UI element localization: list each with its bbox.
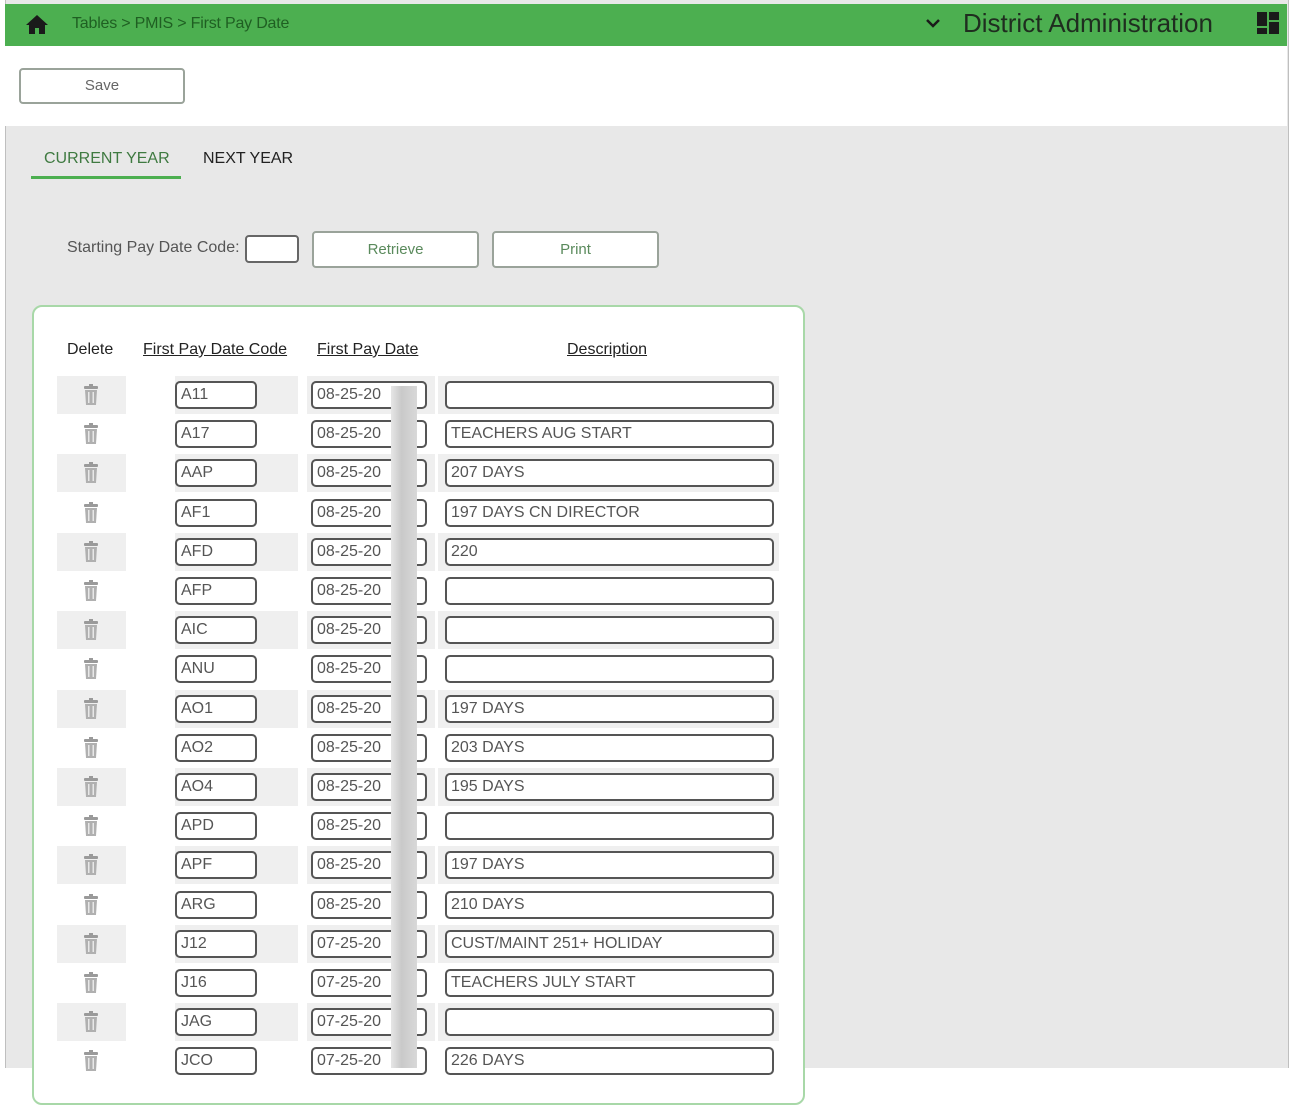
code-field[interactable]: APD bbox=[175, 812, 257, 841]
code-field[interactable]: ANU bbox=[175, 655, 257, 684]
code-field[interactable]: APF bbox=[175, 851, 257, 880]
trash-icon[interactable] bbox=[81, 1050, 101, 1072]
header-description[interactable]: Description bbox=[567, 341, 647, 359]
description-field[interactable] bbox=[445, 655, 774, 684]
trash-icon[interactable] bbox=[81, 384, 101, 406]
trash-icon[interactable] bbox=[81, 619, 101, 641]
table-row: AIC 08-25-20 bbox=[57, 611, 779, 650]
print-button[interactable]: Print bbox=[492, 231, 659, 268]
code-field[interactable]: JCO bbox=[175, 1047, 257, 1076]
trash-icon[interactable] bbox=[81, 501, 101, 524]
code-field[interactable]: J16 bbox=[175, 969, 257, 997]
district-title[interactable]: District Administration bbox=[963, 8, 1213, 39]
table-row: AO2 08-25-20 203 DAYS bbox=[57, 729, 779, 767]
date-column-overlay bbox=[391, 386, 417, 1068]
code-field[interactable]: AFP bbox=[175, 577, 257, 605]
code-field[interactable]: AIC bbox=[175, 616, 257, 645]
header-date[interactable]: First Pay Date bbox=[317, 341, 418, 359]
table-row: ARG 08-25-20 210 DAYS bbox=[57, 886, 779, 924]
table-row: ANU 08-25-20 bbox=[57, 650, 779, 688]
home-icon[interactable] bbox=[25, 13, 49, 35]
table-row: APF 08-25-20 197 DAYS bbox=[57, 846, 779, 885]
description-field[interactable]: TEACHERS AUG START bbox=[445, 420, 774, 449]
description-field[interactable]: 210 DAYS bbox=[445, 890, 774, 919]
active-tab-indicator bbox=[31, 176, 181, 179]
table-row: AO4 08-25-20 195 DAYS bbox=[57, 768, 779, 806]
description-field[interactable] bbox=[445, 812, 774, 841]
grid-icon[interactable] bbox=[1255, 10, 1281, 36]
trash-icon[interactable] bbox=[81, 658, 101, 680]
trash-icon[interactable] bbox=[81, 540, 101, 563]
description-field[interactable]: 197 DAYS bbox=[445, 694, 774, 723]
description-field[interactable]: TEACHERS JULY START bbox=[445, 969, 774, 997]
table-row: J16 07-25-20 TEACHERS JULY START bbox=[57, 964, 779, 1002]
code-field[interactable]: AO2 bbox=[175, 733, 257, 762]
trash-icon[interactable] bbox=[81, 854, 101, 876]
chevron-down-icon[interactable] bbox=[923, 13, 943, 33]
trash-icon[interactable] bbox=[81, 423, 101, 445]
tab-next-year[interactable]: NEXT YEAR bbox=[203, 150, 293, 168]
code-field[interactable]: AFD bbox=[175, 537, 257, 566]
trash-icon[interactable] bbox=[81, 736, 101, 759]
table-row: J12 07-25-20 CUST/MAINT 251+ HOLIDAY bbox=[57, 924, 779, 963]
save-button[interactable]: Save bbox=[19, 68, 185, 104]
code-field[interactable]: A11 bbox=[175, 381, 257, 409]
toolbar: Save bbox=[5, 46, 1287, 126]
code-field[interactable]: AO4 bbox=[175, 773, 257, 801]
header-delete: Delete bbox=[67, 341, 114, 358]
description-field[interactable] bbox=[445, 616, 774, 645]
table-row: JCO 07-25-20 226 DAYS bbox=[57, 1042, 779, 1080]
description-field[interactable]: 203 DAYS bbox=[445, 733, 774, 762]
table-row: A11 08-25-20 bbox=[57, 376, 779, 414]
table-row: AF1 08-25-20 197 DAYS CN DIRECTOR bbox=[57, 494, 779, 532]
trash-icon[interactable] bbox=[81, 815, 101, 837]
code-field[interactable]: J12 bbox=[175, 929, 257, 958]
description-field[interactable]: 195 DAYS bbox=[445, 773, 774, 801]
trash-icon[interactable] bbox=[81, 776, 101, 798]
breadcrumb[interactable]: Tables > PMIS > First Pay Date bbox=[72, 15, 289, 33]
starting-code-input[interactable] bbox=[245, 235, 299, 263]
description-field[interactable] bbox=[445, 1008, 774, 1037]
description-field[interactable]: 197 DAYS CN DIRECTOR bbox=[445, 498, 774, 527]
trash-icon[interactable] bbox=[81, 1011, 101, 1033]
description-field[interactable]: CUST/MAINT 251+ HOLIDAY bbox=[445, 929, 774, 958]
description-field[interactable]: 207 DAYS bbox=[445, 459, 774, 488]
description-field[interactable]: 226 DAYS bbox=[445, 1047, 774, 1076]
table-row: JAG 07-25-20 bbox=[57, 1003, 779, 1042]
tab-current-year[interactable]: CURRENT YEAR bbox=[44, 150, 170, 168]
top-bar: Tables > PMIS > First Pay Date District … bbox=[5, 4, 1287, 46]
code-field[interactable]: AF1 bbox=[175, 498, 257, 527]
description-field[interactable]: 197 DAYS bbox=[445, 851, 774, 880]
table-row: AFP 08-25-20 bbox=[57, 572, 779, 610]
description-field[interactable] bbox=[445, 381, 774, 409]
table-row: AFD 08-25-20 220 bbox=[57, 532, 779, 571]
code-field[interactable]: JAG bbox=[175, 1008, 257, 1037]
starting-code-label: Starting Pay Date Code: bbox=[67, 239, 240, 256]
trash-icon[interactable] bbox=[81, 462, 101, 484]
table-row: AAP 08-25-20 207 DAYS bbox=[57, 454, 779, 493]
trash-icon[interactable] bbox=[81, 893, 101, 916]
trash-icon[interactable] bbox=[81, 580, 101, 602]
table-row: A17 08-25-20 TEACHERS AUG START bbox=[57, 415, 779, 453]
code-field[interactable]: A17 bbox=[175, 420, 257, 449]
table-row: AO1 08-25-20 197 DAYS bbox=[57, 689, 779, 728]
trash-icon[interactable] bbox=[81, 697, 101, 720]
code-field[interactable]: AAP bbox=[175, 459, 257, 488]
code-field[interactable]: ARG bbox=[175, 890, 257, 919]
description-field[interactable]: 220 bbox=[445, 537, 774, 566]
table-row: APD 08-25-20 bbox=[57, 807, 779, 845]
retrieve-button[interactable]: Retrieve bbox=[312, 231, 479, 268]
trash-icon[interactable] bbox=[81, 932, 101, 955]
description-field[interactable] bbox=[445, 577, 774, 605]
code-field[interactable]: AO1 bbox=[175, 694, 257, 723]
trash-icon[interactable] bbox=[81, 972, 101, 994]
header-code[interactable]: First Pay Date Code bbox=[143, 341, 287, 359]
